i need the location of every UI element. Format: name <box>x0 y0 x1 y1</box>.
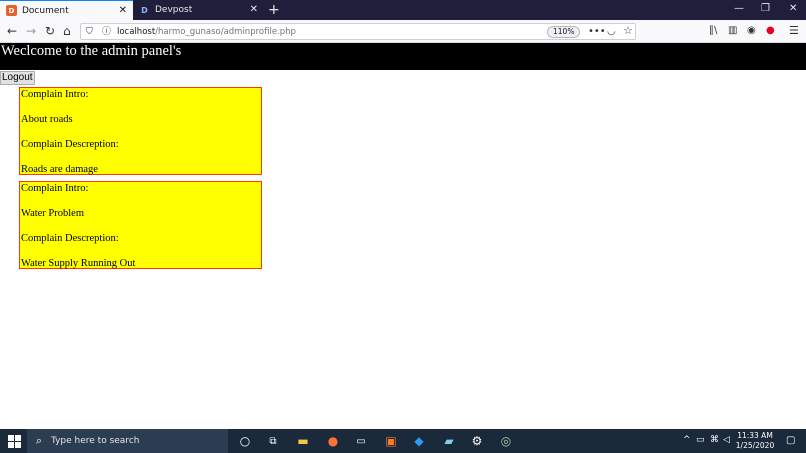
pinterest-icon[interactable]: ● <box>766 24 775 38</box>
account-icon[interactable]: ◉ <box>747 24 756 38</box>
chevron-up-icon[interactable]: ^ <box>683 435 691 445</box>
complaint-description-label: Complain Descreption: <box>21 233 119 244</box>
search-placeholder: Type here to search <box>51 436 140 446</box>
close-tab-icon[interactable]: ✕ <box>119 5 127 17</box>
forward-icon[interactable]: → <box>26 24 36 38</box>
address-bar[interactable]: ⛉ ⓘ localhost/harmo_gunaso/adminprofile.… <box>80 23 636 40</box>
complaint-intro-label: Complain Intro: <box>21 183 89 194</box>
page-actions-icon[interactable]: ••• <box>588 25 606 39</box>
system-clock[interactable]: 11:33 AM 1/25/2020 <box>732 431 778 451</box>
complaint-card: Complain Intro: About roads Complain Des… <box>19 87 262 175</box>
complaint-card: Complain Intro: Water Problem Complain D… <box>19 181 262 269</box>
document-favicon-icon: D <box>6 5 17 16</box>
volume-icon[interactable]: ◁ <box>723 435 730 445</box>
close-window-icon[interactable]: ✕ <box>789 3 797 14</box>
page-content: Weclcome to the admin panel's Logout Com… <box>0 43 806 429</box>
clock-time: 11:33 AM <box>737 431 773 440</box>
complaint-description-value: Water Supply Running Out <box>21 258 136 269</box>
complaint-intro-label: Complain Intro: <box>21 89 89 100</box>
new-tab-icon[interactable]: + <box>268 2 280 18</box>
battery-icon[interactable]: ▭ <box>696 435 705 445</box>
settings-gear-icon[interactable]: ⚙ <box>469 433 485 449</box>
complaint-description-value: Roads are damage <box>21 164 98 175</box>
devpost-favicon-icon: D <box>141 5 148 15</box>
zoom-level-button[interactable]: 110% <box>547 26 581 38</box>
logout-button[interactable]: Logout <box>0 71 35 85</box>
complaint-intro-value: Water Problem <box>21 208 85 219</box>
browser-tab-strip: D Document ✕ D Devpost ✕ + — ❐ ✕ <box>0 0 806 20</box>
bookmark-star-icon[interactable]: ☆ <box>623 24 633 38</box>
terminal-icon[interactable]: ▭ <box>353 433 369 449</box>
url-host: localhost <box>117 26 156 37</box>
windows-start-icon[interactable] <box>8 435 21 448</box>
tab-devpost[interactable]: D Devpost ✕ <box>133 0 264 20</box>
library-icon[interactable]: ∥\ <box>709 24 717 38</box>
url-path: /harmo_gunaso/adminprofile.php <box>155 26 296 37</box>
tab-label: Document <box>22 5 69 16</box>
back-icon[interactable]: ← <box>7 24 17 38</box>
vscode-icon[interactable]: ◆ <box>411 433 427 449</box>
notifications-icon[interactable]: ▢ <box>786 435 795 446</box>
taskbar-search-input[interactable]: ⌕ Type here to search <box>27 429 228 453</box>
file-explorer-icon[interactable]: ▬ <box>295 433 311 449</box>
notes-app-icon[interactable]: ▰ <box>441 433 457 449</box>
cortana-icon[interactable]: ○ <box>237 433 253 449</box>
navigation-bar: ← → ↻ ⌂ ⛉ ⓘ localhost/harmo_gunaso/admin… <box>0 20 806 43</box>
restore-icon[interactable]: ❐ <box>761 3 770 14</box>
firefox-icon[interactable]: ● <box>325 433 341 449</box>
complaint-intro-value: About roads <box>21 114 73 125</box>
info-icon[interactable]: ⓘ <box>102 25 111 39</box>
task-view-icon[interactable]: ⧉ <box>265 433 281 449</box>
taskbar: ⌕ Type here to search ○ ⧉ ▬ ● ▭ ▣ ◆ ▰ ⚙ … <box>0 429 806 453</box>
sidebar-icon[interactable]: ▥ <box>728 24 737 38</box>
complaint-description-label: Complain Descreption: <box>21 139 119 150</box>
clock-date: 1/25/2020 <box>735 441 775 450</box>
reload-icon[interactable]: ↻ <box>45 24 55 38</box>
app-icon[interactable]: ◎ <box>498 433 514 449</box>
home-icon[interactable]: ⌂ <box>63 24 71 38</box>
minimize-icon[interactable]: — <box>734 3 744 14</box>
menu-icon[interactable]: ☰ <box>789 24 799 38</box>
pocket-icon[interactable]: ◡ <box>607 25 616 39</box>
tab-label: Devpost <box>155 5 193 15</box>
xampp-icon[interactable]: ▣ <box>383 433 399 449</box>
tab-document[interactable]: D Document ✕ <box>0 0 133 20</box>
network-icon[interactable]: ⌘ <box>710 435 719 445</box>
shield-icon[interactable]: ⛉ <box>86 25 93 39</box>
page-title: Weclcome to the admin panel's <box>0 43 806 70</box>
search-icon: ⌕ <box>35 434 43 447</box>
close-tab-icon[interactable]: ✕ <box>250 4 258 16</box>
